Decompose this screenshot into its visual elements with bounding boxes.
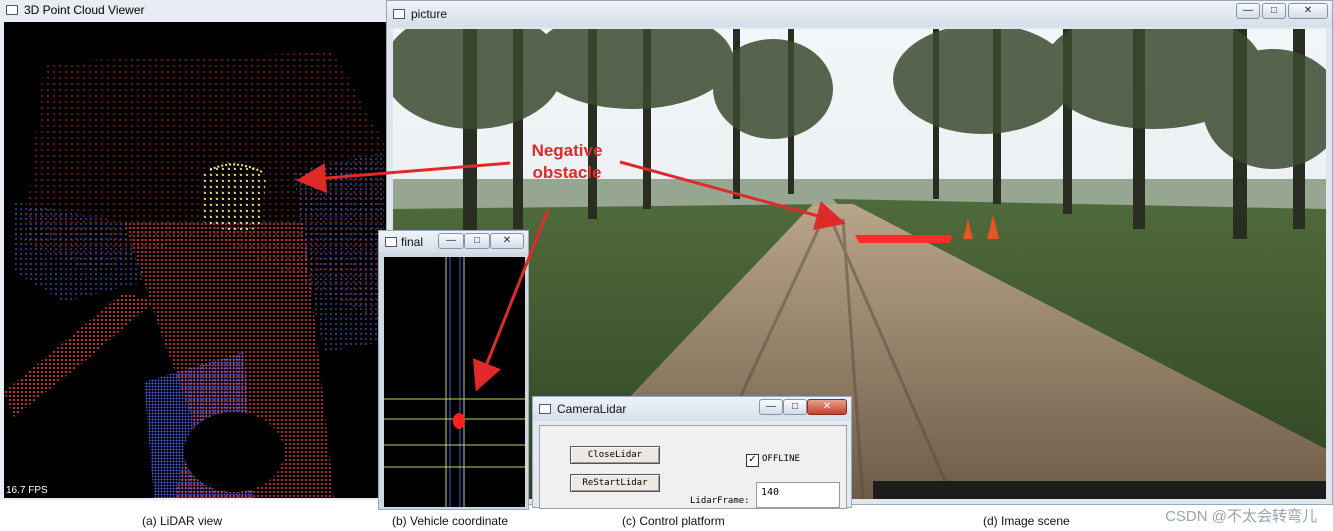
left-red-ridge bbox=[4, 292, 154, 417]
annotation-line-1: Negative bbox=[531, 141, 603, 160]
final-window-title: final bbox=[401, 235, 424, 249]
picture-window-title: picture bbox=[411, 7, 448, 21]
close-lidar-button[interactable]: CloseLidar bbox=[570, 446, 660, 464]
caption-control-platform: (c) Control platform bbox=[622, 514, 725, 528]
window-app-icon bbox=[539, 404, 551, 414]
restart-lidar-button[interactable]: ReStartLidar bbox=[570, 474, 660, 492]
camera-lidar-title-bar[interactable]: CameraLidar — □ ✕ bbox=[533, 397, 851, 421]
offline-checkbox[interactable]: ✓ bbox=[746, 454, 759, 467]
caption-vehicle-coordinate: (b) Vehicle coordinate bbox=[392, 514, 509, 528]
picture-title-bar[interactable]: picture — □ ✕ bbox=[387, 1, 1332, 27]
lidar-point-cloud-view[interactable]: 16.7 FPS bbox=[4, 22, 386, 498]
negative-obstacle-points bbox=[202, 163, 266, 231]
point-cloud-canvas bbox=[4, 52, 384, 498]
annotation-line-2: obstacle bbox=[532, 163, 602, 182]
camera-lidar-window-title: CameraLidar bbox=[557, 402, 627, 416]
maximize-button[interactable]: □ bbox=[1262, 3, 1286, 19]
fps-counter: 16.7 FPS bbox=[6, 485, 48, 496]
camera-lidar-window: CameraLidar — □ ✕ CloseLidar ReStartLida… bbox=[532, 396, 852, 509]
window-app-icon bbox=[393, 9, 405, 19]
final-title-bar[interactable]: final — □ ✕ bbox=[379, 231, 528, 253]
lidar-viewer-window: 3D Point Cloud Viewer 16.7 FPS bbox=[0, 0, 386, 500]
lidar-window-title: 3D Point Cloud Viewer bbox=[24, 3, 145, 17]
final-window: final — □ ✕ bbox=[378, 230, 529, 510]
vehicle-coordinate-view[interactable] bbox=[384, 257, 525, 507]
lidar-frame-label: LidarFrame: bbox=[690, 496, 750, 506]
watermark: CSDN @不太会转弯儿 bbox=[1165, 508, 1317, 525]
close-button[interactable]: ✕ bbox=[1288, 3, 1328, 19]
minimize-button[interactable]: — bbox=[438, 233, 464, 249]
lidar-title-bar[interactable]: 3D Point Cloud Viewer bbox=[0, 0, 386, 20]
negative-obstacle-annotation: Negative obstacle bbox=[522, 140, 612, 184]
window-app-icon bbox=[385, 237, 397, 247]
caption-image-scene: (d) Image scene bbox=[983, 514, 1070, 528]
black-hole-region bbox=[184, 412, 284, 492]
close-button[interactable]: ✕ bbox=[807, 399, 847, 415]
close-button[interactable]: ✕ bbox=[490, 233, 524, 249]
minimize-button[interactable]: — bbox=[759, 399, 783, 415]
negative-obstacle-marking bbox=[855, 235, 953, 243]
lidar-frame-field[interactable]: 140 bbox=[756, 482, 840, 508]
vehicle-grid-canvas bbox=[384, 257, 525, 507]
window-app-icon bbox=[6, 5, 18, 15]
offline-label: OFFLINE bbox=[762, 454, 800, 464]
maximize-button[interactable]: □ bbox=[783, 399, 807, 415]
dashboard-edge bbox=[873, 481, 1326, 499]
obstacle-blob bbox=[453, 413, 465, 429]
minimize-button[interactable]: — bbox=[1236, 3, 1260, 19]
maximize-button[interactable]: □ bbox=[464, 233, 490, 249]
camera-lidar-client-area: CloseLidar ReStartLidar ✓ OFFLINE LidarF… bbox=[539, 425, 847, 509]
caption-lidar-view: (a) LiDAR view bbox=[142, 514, 223, 528]
